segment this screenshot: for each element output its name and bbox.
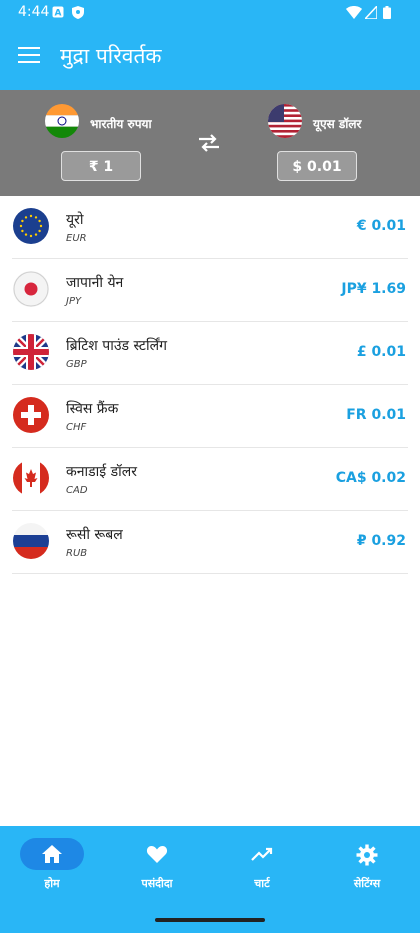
gesture-bar[interactable] [155,918,265,922]
list-item[interactable]: कनाडाई डॉलर CAD CA$ 0.02 [12,448,408,511]
home-icon [41,844,63,864]
currency-code: CAD [66,485,88,496]
status-time: 4:44 [18,4,50,20]
nav-label: पसंदीदा [141,877,173,890]
currency-code: JPY [66,296,82,307]
uk-flag-icon [13,334,49,370]
wifi-icon [346,6,362,23]
list-item[interactable]: रूसी रूबल RUB ₽ 0.92 [12,511,408,574]
nav-home[interactable]: होम [12,838,92,898]
list-item[interactable]: यूरो EUR € 0.01 [12,196,408,259]
eu-flag-icon [13,208,49,244]
status-bar: 4:44 A [0,0,420,24]
currency-value: £ 0.01 [356,344,406,360]
battery-icon [383,6,391,23]
shield-icon [72,6,84,23]
currency-code: RUB [66,548,88,559]
currency-name: जापानी येन [66,275,124,291]
trending-up-icon [251,844,273,864]
list-item[interactable]: जापानी येन JPY JP¥ 1.69 [12,259,408,322]
list-item[interactable]: स्विस फ्रैंक CHF FR 0.01 [12,385,408,448]
nav-favorites[interactable]: पसंदीदा [117,838,197,898]
currency-value: ₽ 0.92 [356,533,406,549]
nav-charts[interactable]: चार्ट [222,838,302,898]
currency-code: GBP [66,359,87,370]
to-currency-name[interactable]: यूएस डॉलर [313,115,361,132]
india-flag-icon[interactable] [45,104,79,138]
swiss-flag-icon [13,397,49,433]
nav-settings[interactable]: सेटिंग्स [327,838,407,898]
from-amount-field[interactable]: ₹ 1 [61,151,141,181]
svg-text:A: A [55,9,62,19]
a-icon: A [52,6,64,22]
currency-value: CA$ 0.02 [335,470,406,486]
currency-name: यूरो [66,212,84,228]
currency-name: स्विस फ्रैंक [66,401,119,417]
page-title: मुद्रा परिवर्तक [60,44,162,68]
signal-icon [363,4,378,23]
currency-value: JP¥ 1.69 [341,281,406,297]
currency-code: CHF [66,422,87,433]
app-bar: मुद्रा परिवर्तक [0,24,420,90]
to-amount-field: $ 0.01 [277,151,357,181]
heart-icon [146,844,168,864]
menu-icon[interactable] [18,47,40,65]
currency-value: € 0.01 [356,218,406,234]
currency-value: FR 0.01 [346,407,406,423]
bottom-nav: होम पसंदीदा चार्ट सेटिंग्स [0,826,420,933]
canada-flag-icon [13,460,49,496]
converter-panel: भारतीय रुपया ₹ 1 यूएस डॉलर $ 0.01 [0,90,420,196]
currency-code: EUR [66,233,87,244]
nav-label: होम [44,877,60,890]
currency-name: कनाडाई डॉलर [66,464,137,480]
list-item[interactable]: ब्रिटिश पाउंड स्टर्लिंग GBP £ 0.01 [12,322,408,385]
from-currency-name[interactable]: भारतीय रुपया [90,115,152,132]
nav-label: चार्ट [254,877,270,890]
swap-icon[interactable] [197,133,221,153]
currency-name: रूसी रूबल [66,527,123,543]
currency-name: ब्रिटिश पाउंड स्टर्लिंग [66,338,167,354]
nav-label: सेटिंग्स [353,877,381,890]
usa-flag-icon[interactable] [268,104,302,138]
japan-flag-icon [13,271,49,307]
russia-flag-icon [13,523,49,559]
currency-list: यूरो EUR € 0.01 जापानी येन JPY JP¥ 1.69 … [12,196,408,574]
gear-icon [356,844,378,866]
